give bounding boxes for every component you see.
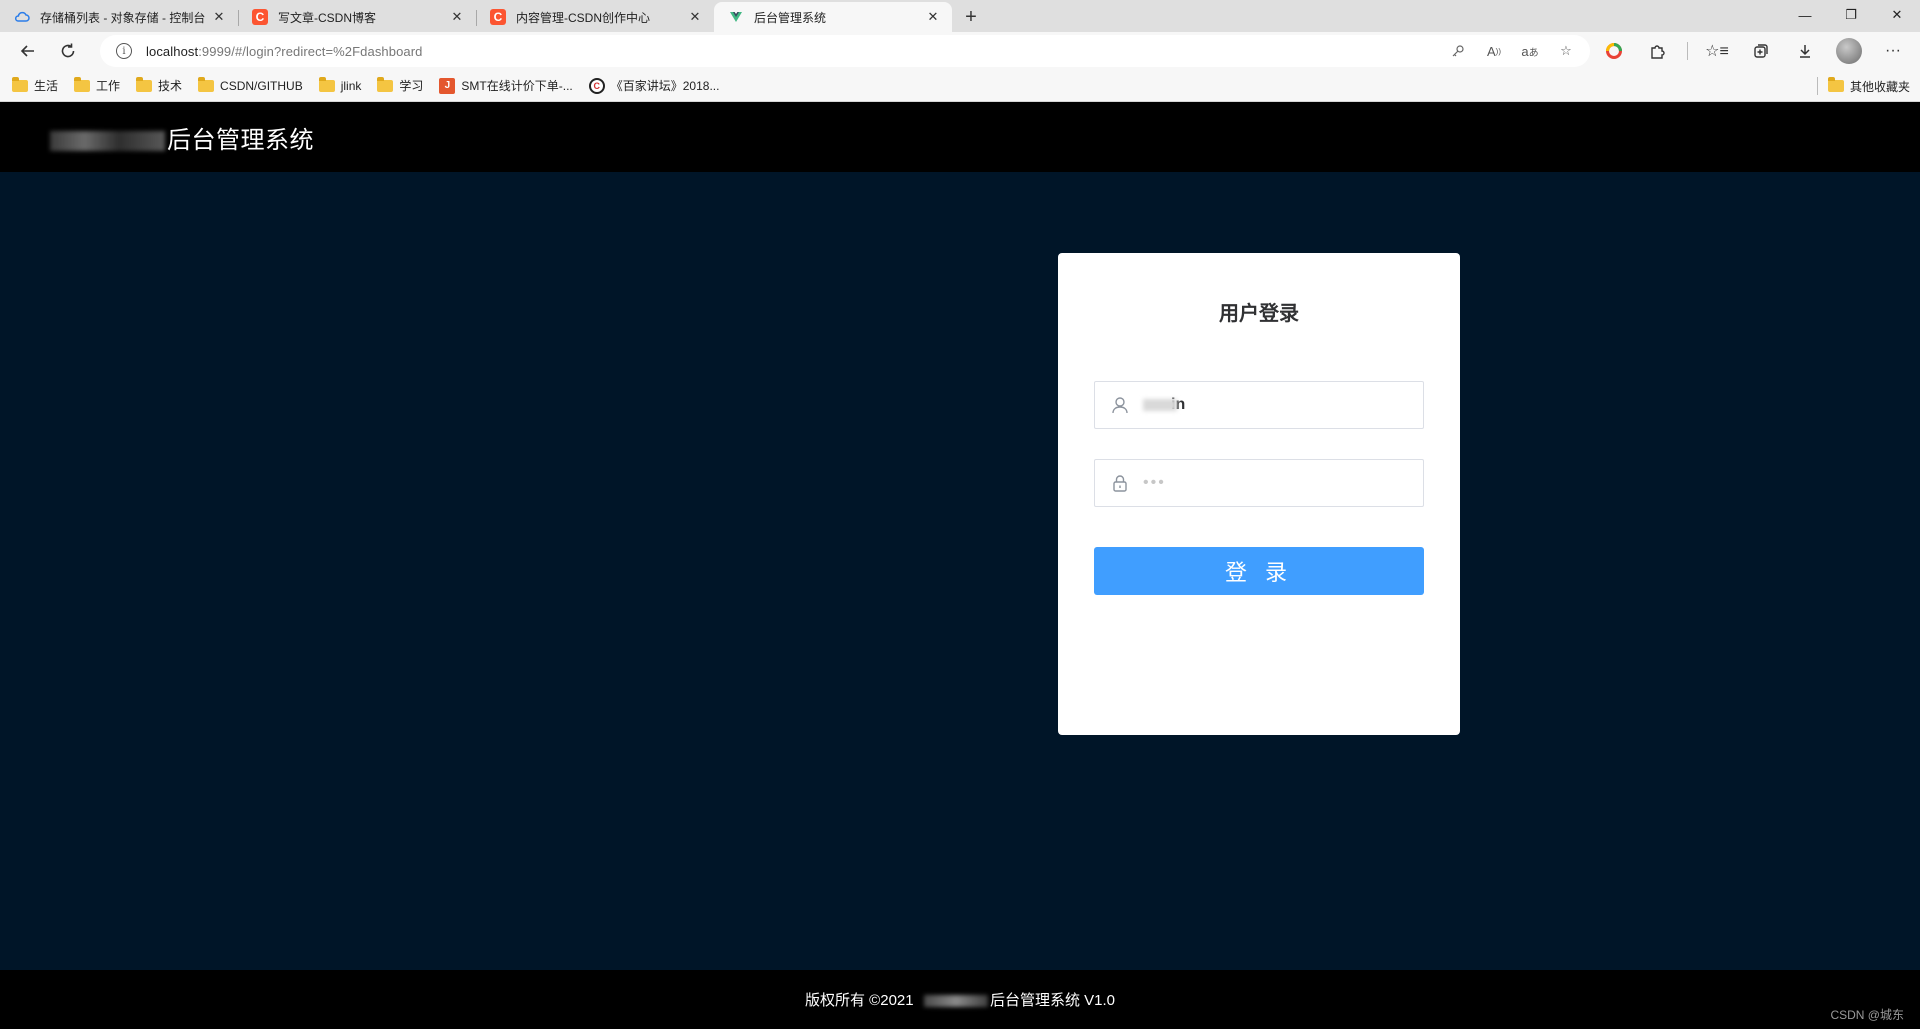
more-menu-icon[interactable]: ··· xyxy=(1878,36,1908,66)
site-info-icon[interactable]: i xyxy=(116,43,132,59)
bookmark-folder[interactable]: jlink xyxy=(318,76,361,93)
browser-tab[interactable]: 存储桶列表 - 对象存储 - 控制台 ✕ xyxy=(0,2,238,32)
bookmark-link[interactable]: C 《百家讲坛》2018... xyxy=(588,77,719,94)
bookmark-folder[interactable]: CSDN/GITHUB xyxy=(198,76,303,93)
browser-tab-strip: 存储桶列表 - 对象存储 - 控制台 ✕ C 写文章-CSDN博客 ✕ C 内容… xyxy=(0,0,1920,32)
redacted-text xyxy=(1143,398,1177,411)
login-card: 用户登录 in ••• 登 录 xyxy=(1058,253,1460,735)
user-icon xyxy=(1109,394,1131,416)
address-bar[interactable]: i localhost:9999/#/login?redirect=%2Fdas… xyxy=(100,35,1590,67)
watermark: CSDN @城东 xyxy=(1830,1008,1904,1022)
close-icon[interactable]: ✕ xyxy=(924,8,942,26)
bookmark-folder[interactable]: 工作 xyxy=(74,76,120,94)
toolbar-divider xyxy=(1687,42,1688,60)
csdn-icon: C xyxy=(252,9,268,25)
password-value: ••• xyxy=(1143,474,1166,491)
cctv-icon: C xyxy=(588,77,605,94)
bookmark-folder[interactable]: 技术 xyxy=(136,76,182,94)
collections-icon[interactable] xyxy=(1746,36,1776,66)
tab-title: 存储桶列表 - 对象存储 - 控制台 xyxy=(40,10,206,25)
copyright-text: 版权所有 ©2021 后台管理系统 V1.0 xyxy=(805,992,1115,1009)
login-button[interactable]: 登 录 xyxy=(1094,547,1424,595)
login-title: 用户登录 xyxy=(1219,303,1299,325)
folder-icon xyxy=(136,76,153,92)
address-bar-actions: A)) aあ ☆ xyxy=(1448,35,1576,67)
bookmark-folder[interactable]: 学习 xyxy=(377,76,423,94)
extensions-puzzle-icon[interactable] xyxy=(1643,36,1673,66)
bookmark-link[interactable]: J SMT在线计价下单-... xyxy=(439,77,573,94)
favorites-list-icon[interactable]: ☆≡ xyxy=(1702,36,1732,66)
new-tab-button[interactable]: + xyxy=(956,2,986,32)
folder-icon xyxy=(74,76,91,92)
profile-avatar[interactable] xyxy=(1834,36,1864,66)
folder-icon xyxy=(377,76,394,92)
folder-icon xyxy=(12,76,28,92)
tab-title: 后台管理系统 xyxy=(754,10,827,25)
lock-icon xyxy=(1109,472,1131,494)
browser-toolbar: i localhost:9999/#/login?redirect=%2Fdas… xyxy=(0,32,1920,70)
back-icon[interactable] xyxy=(10,35,46,67)
other-favorites[interactable]: 其他收藏夹 xyxy=(1817,70,1910,102)
minimize-icon[interactable]: — xyxy=(1782,0,1828,30)
browser-tools: ☆≡ ··· xyxy=(1599,35,1908,67)
close-icon[interactable]: ✕ xyxy=(686,8,704,26)
url-text: localhost:9999/#/login?redirect=%2Fdashb… xyxy=(146,43,423,59)
browser-tab-active[interactable]: 后台管理系统 ✕ xyxy=(714,2,952,32)
tab-title: 内容管理-CSDN创作中心 xyxy=(516,10,650,25)
restore-icon[interactable]: ❐ xyxy=(1828,0,1874,30)
download-icon[interactable] xyxy=(1790,36,1820,66)
username-value: in xyxy=(1143,396,1185,414)
close-window-icon[interactable]: ✕ xyxy=(1874,0,1920,30)
username-input[interactable]: in xyxy=(1094,381,1424,429)
folder-icon xyxy=(1827,77,1844,92)
app-footer: 版权所有 ©2021 后台管理系统 V1.0 xyxy=(0,970,1920,1029)
extension-color-icon[interactable] xyxy=(1599,36,1629,66)
browser-tab[interactable]: C 内容管理-CSDN创作中心 ✕ xyxy=(476,2,714,32)
folder-icon xyxy=(318,76,335,92)
smt-icon: J xyxy=(439,77,456,94)
leaf-icon xyxy=(728,9,744,25)
read-aloud-icon[interactable]: A)) xyxy=(1484,41,1504,61)
app-header: 后台管理系统 xyxy=(0,102,1920,172)
translate-icon[interactable]: aあ xyxy=(1520,41,1540,61)
key-icon[interactable] xyxy=(1448,41,1468,61)
bookmarks-bar: 生活 工作 技术 CSDN/GITHUB jlink 学习 J SMT在线计价下单… xyxy=(0,70,1920,102)
close-icon[interactable]: ✕ xyxy=(448,8,466,26)
app-title: 后台管理系统 xyxy=(50,120,314,155)
folder-icon xyxy=(198,76,215,92)
csdn-icon: C xyxy=(490,9,506,25)
cloud-icon xyxy=(14,9,30,25)
close-icon[interactable]: ✕ xyxy=(210,8,228,26)
redacted-text xyxy=(923,995,988,1008)
browser-tab[interactable]: C 写文章-CSDN博客 ✕ xyxy=(238,2,476,32)
tab-title: 写文章-CSDN博客 xyxy=(278,10,376,25)
refresh-icon[interactable] xyxy=(50,35,86,67)
favorite-star-icon[interactable]: ☆ xyxy=(1556,41,1576,61)
bookmark-folder[interactable]: 生活 xyxy=(12,76,58,94)
redacted-text xyxy=(50,131,165,152)
window-controls: — ❐ ✕ xyxy=(1782,0,1920,30)
password-input[interactable]: ••• xyxy=(1094,459,1424,507)
